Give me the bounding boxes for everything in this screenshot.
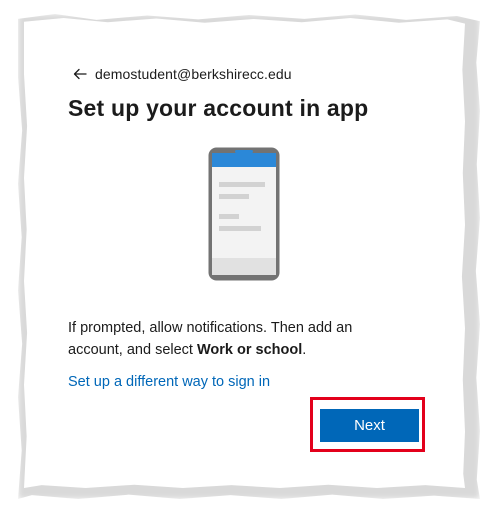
page-title: Set up your account in app — [68, 95, 369, 121]
instructions-suffix: . — [302, 342, 307, 358]
phone-icon — [208, 147, 280, 281]
instructions-text: If prompted, allow notifications. Then a… — [68, 317, 388, 361]
instructions-bold-option: Work or school — [196, 342, 303, 358]
screenshot-stage: demostudent@berkshirecc.edu Set up your … — [0, 0, 487, 513]
back-arrow-icon[interactable] — [72, 66, 88, 82]
different-sign-in-link[interactable]: Set up a different way to sign in — [68, 374, 270, 390]
identity-row: demostudent@berkshirecc.edu — [72, 64, 292, 84]
next-button[interactable]: Next — [320, 409, 419, 442]
account-email: demostudent@berkshirecc.edu — [95, 66, 292, 82]
phone-illustration — [207, 146, 281, 282]
